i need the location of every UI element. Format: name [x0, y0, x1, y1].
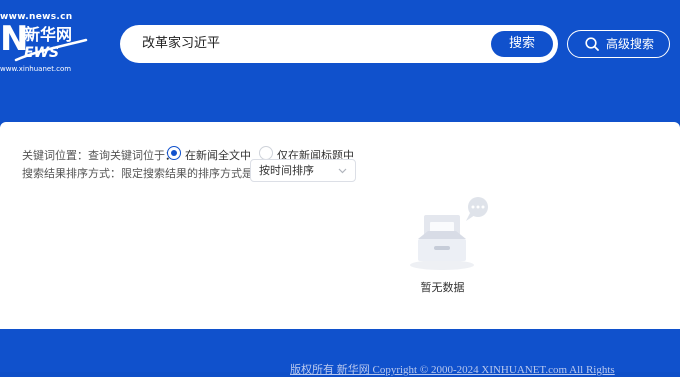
logo-swoosh-icon [14, 38, 88, 62]
radio-fulltext[interactable] [167, 146, 181, 160]
sort-order-select[interactable]: 按时间排序 [250, 159, 356, 182]
search-input[interactable] [142, 25, 472, 63]
search-box: 搜索 [120, 25, 558, 63]
search-icon [585, 37, 599, 51]
keyword-position-label: 关键词位置：查询关键词位于 [22, 149, 165, 162]
radio-fulltext-label[interactable]: 在新闻全文中 [185, 147, 251, 163]
advanced-search-label: 高级搜索 [606, 37, 655, 51]
radio-title-only[interactable] [259, 146, 273, 160]
chevron-down-icon [338, 168, 347, 174]
empty-inbox-icon [410, 197, 488, 270]
sort-order-value: 按时间排序 [259, 164, 314, 177]
empty-state-text: 暂无数据 [420, 281, 465, 294]
sort-order-filter: 搜索结果排序方式：限定搜索结果的排序方式是： 按时间排序 [22, 159, 356, 182]
logo-sub-url: www.xinhuanet.com [0, 65, 72, 73]
search-button[interactable]: 搜索 [491, 31, 553, 57]
results-panel: 关键词位置：查询关键词位于： 在新闻全文中 仅在新闻标题中 搜索结果排序方式：限… [0, 122, 680, 329]
site-footer: 版权所有 新华网 Copyright © 2000-2024 XINHUANET… [0, 329, 680, 376]
advanced-search-button[interactable]: 高级搜索 [567, 30, 670, 58]
copyright-text[interactable]: 版权所有 新华网 Copyright © 2000-2024 XINHUANET… [290, 361, 615, 377]
site-header: www.news.cn N 新华网 EWS www.xinhuanet.com … [0, 0, 680, 122]
xinhua-news-logo[interactable]: www.news.cn N 新华网 EWS www.xinhuanet.com [0, 10, 90, 74]
sort-order-label: 搜索结果排序方式：限定搜索结果的排序方式是 [22, 167, 253, 180]
keyword-position-filter: 关键词位置：查询关键词位于： 在新闻全文中 仅在新闻标题中 [22, 146, 354, 163]
